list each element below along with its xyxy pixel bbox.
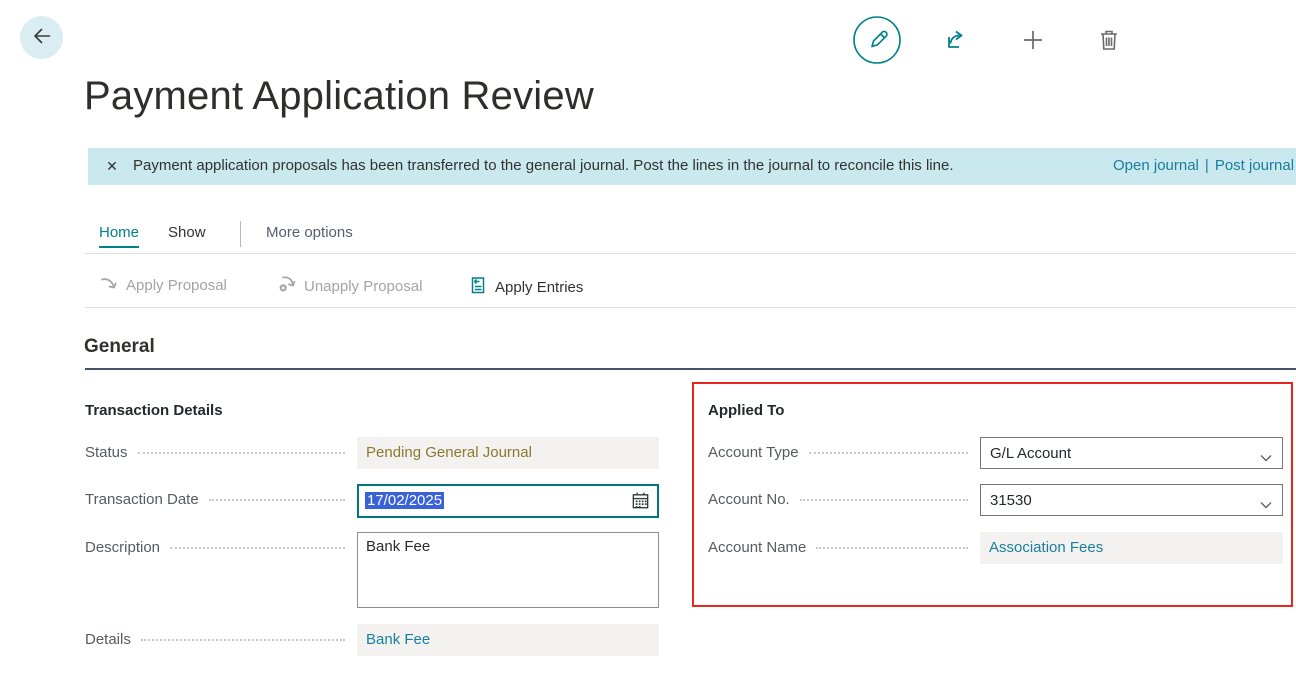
transaction-details-heading: Transaction Details bbox=[85, 402, 223, 419]
section-general-underline bbox=[85, 368, 1296, 370]
page-title: Payment Application Review bbox=[84, 74, 594, 119]
apply-entries-button[interactable]: Apply Entries bbox=[468, 275, 583, 299]
account-type-dropdown[interactable]: G/L Account bbox=[980, 437, 1283, 469]
details-field: Bank Fee bbox=[357, 624, 659, 656]
dotted-leader bbox=[800, 499, 968, 501]
status-value: Pending General Journal bbox=[366, 444, 532, 461]
back-button[interactable] bbox=[20, 16, 63, 59]
details-value-link[interactable]: Bank Fee bbox=[366, 631, 430, 648]
post-journal-link[interactable]: Post journal bbox=[1215, 157, 1294, 174]
transaction-date-row: Transaction Date 17/02/2025 bbox=[85, 484, 659, 518]
delete-button[interactable] bbox=[1095, 26, 1123, 54]
status-row: Status Pending General Journal bbox=[85, 437, 659, 469]
details-label: Details bbox=[85, 624, 131, 656]
account-name-label: Account Name bbox=[708, 532, 806, 564]
account-no-value: 31530 bbox=[990, 492, 1032, 509]
dotted-leader bbox=[809, 452, 968, 454]
link-separator: | bbox=[1199, 157, 1215, 174]
notification-bar: ✕ Payment application proposals has been… bbox=[88, 148, 1296, 185]
chevron-down-icon bbox=[1258, 446, 1274, 478]
account-no-label: Account No. bbox=[708, 484, 790, 516]
apply-proposal-icon bbox=[100, 275, 118, 296]
account-type-row: Account Type G/L Account bbox=[708, 437, 1283, 469]
apply-proposal-label: Apply Proposal bbox=[126, 277, 227, 294]
unapply-proposal-icon bbox=[277, 275, 296, 297]
account-type-label: Account Type bbox=[708, 437, 799, 469]
edit-button[interactable] bbox=[852, 15, 902, 65]
dotted-leader bbox=[138, 452, 345, 454]
status-field: Pending General Journal bbox=[357, 437, 659, 469]
arrow-left-icon bbox=[30, 24, 54, 51]
open-journal-link[interactable]: Open journal bbox=[1113, 157, 1199, 174]
tabs-divider-line bbox=[85, 253, 1296, 254]
transaction-date-input[interactable]: 17/02/2025 bbox=[357, 484, 659, 518]
account-name-field: Association Fees bbox=[980, 532, 1283, 564]
apply-entries-label: Apply Entries bbox=[495, 279, 583, 296]
dotted-leader bbox=[209, 499, 345, 501]
account-name-row: Account Name Association Fees bbox=[708, 532, 1283, 564]
notification-message: Payment application proposals has been t… bbox=[133, 157, 954, 174]
new-button[interactable] bbox=[1019, 26, 1047, 54]
transaction-date-value: 17/02/2025 bbox=[365, 492, 444, 509]
unapply-proposal-button[interactable]: Unapply Proposal bbox=[277, 275, 422, 297]
chevron-down-icon bbox=[1258, 493, 1274, 525]
pencil-icon bbox=[852, 53, 902, 68]
unapply-proposal-label: Unapply Proposal bbox=[304, 278, 422, 295]
account-no-dropdown[interactable]: 31530 bbox=[980, 484, 1283, 516]
more-options-button[interactable]: More options bbox=[266, 224, 353, 241]
account-name-value-link[interactable]: Association Fees bbox=[989, 539, 1103, 556]
section-general-title[interactable]: General bbox=[84, 336, 155, 358]
tab-divider bbox=[240, 221, 241, 247]
apply-proposal-button[interactable]: Apply Proposal bbox=[100, 275, 227, 296]
applied-to-heading: Applied To bbox=[708, 402, 784, 419]
trash-icon bbox=[1095, 42, 1123, 57]
share-icon bbox=[941, 42, 969, 57]
apply-entries-icon bbox=[468, 275, 487, 299]
dotted-leader bbox=[816, 547, 968, 549]
status-label: Status bbox=[85, 437, 128, 469]
account-type-value: G/L Account bbox=[990, 445, 1071, 462]
plus-icon bbox=[1019, 42, 1047, 57]
description-row: Description Bank Fee bbox=[85, 532, 659, 608]
transaction-date-label: Transaction Date bbox=[85, 484, 199, 516]
account-no-row: Account No. 31530 bbox=[708, 484, 1283, 516]
close-icon[interactable]: ✕ bbox=[102, 156, 122, 176]
tab-show[interactable]: Show bbox=[168, 224, 206, 241]
payment-application-review-page: Payment Application Review ✕ Payment app… bbox=[0, 0, 1296, 683]
notification-links: Open journal|Post journal bbox=[1113, 157, 1294, 174]
description-label: Description bbox=[85, 532, 160, 564]
actionbar-divider-line bbox=[85, 307, 1296, 308]
share-button[interactable] bbox=[941, 26, 969, 54]
tab-home[interactable]: Home bbox=[99, 224, 139, 248]
details-row: Details Bank Fee bbox=[85, 624, 659, 656]
dotted-leader bbox=[141, 639, 345, 641]
dotted-leader bbox=[170, 547, 345, 549]
description-input[interactable]: Bank Fee bbox=[357, 532, 659, 608]
calendar-icon[interactable] bbox=[629, 490, 651, 512]
